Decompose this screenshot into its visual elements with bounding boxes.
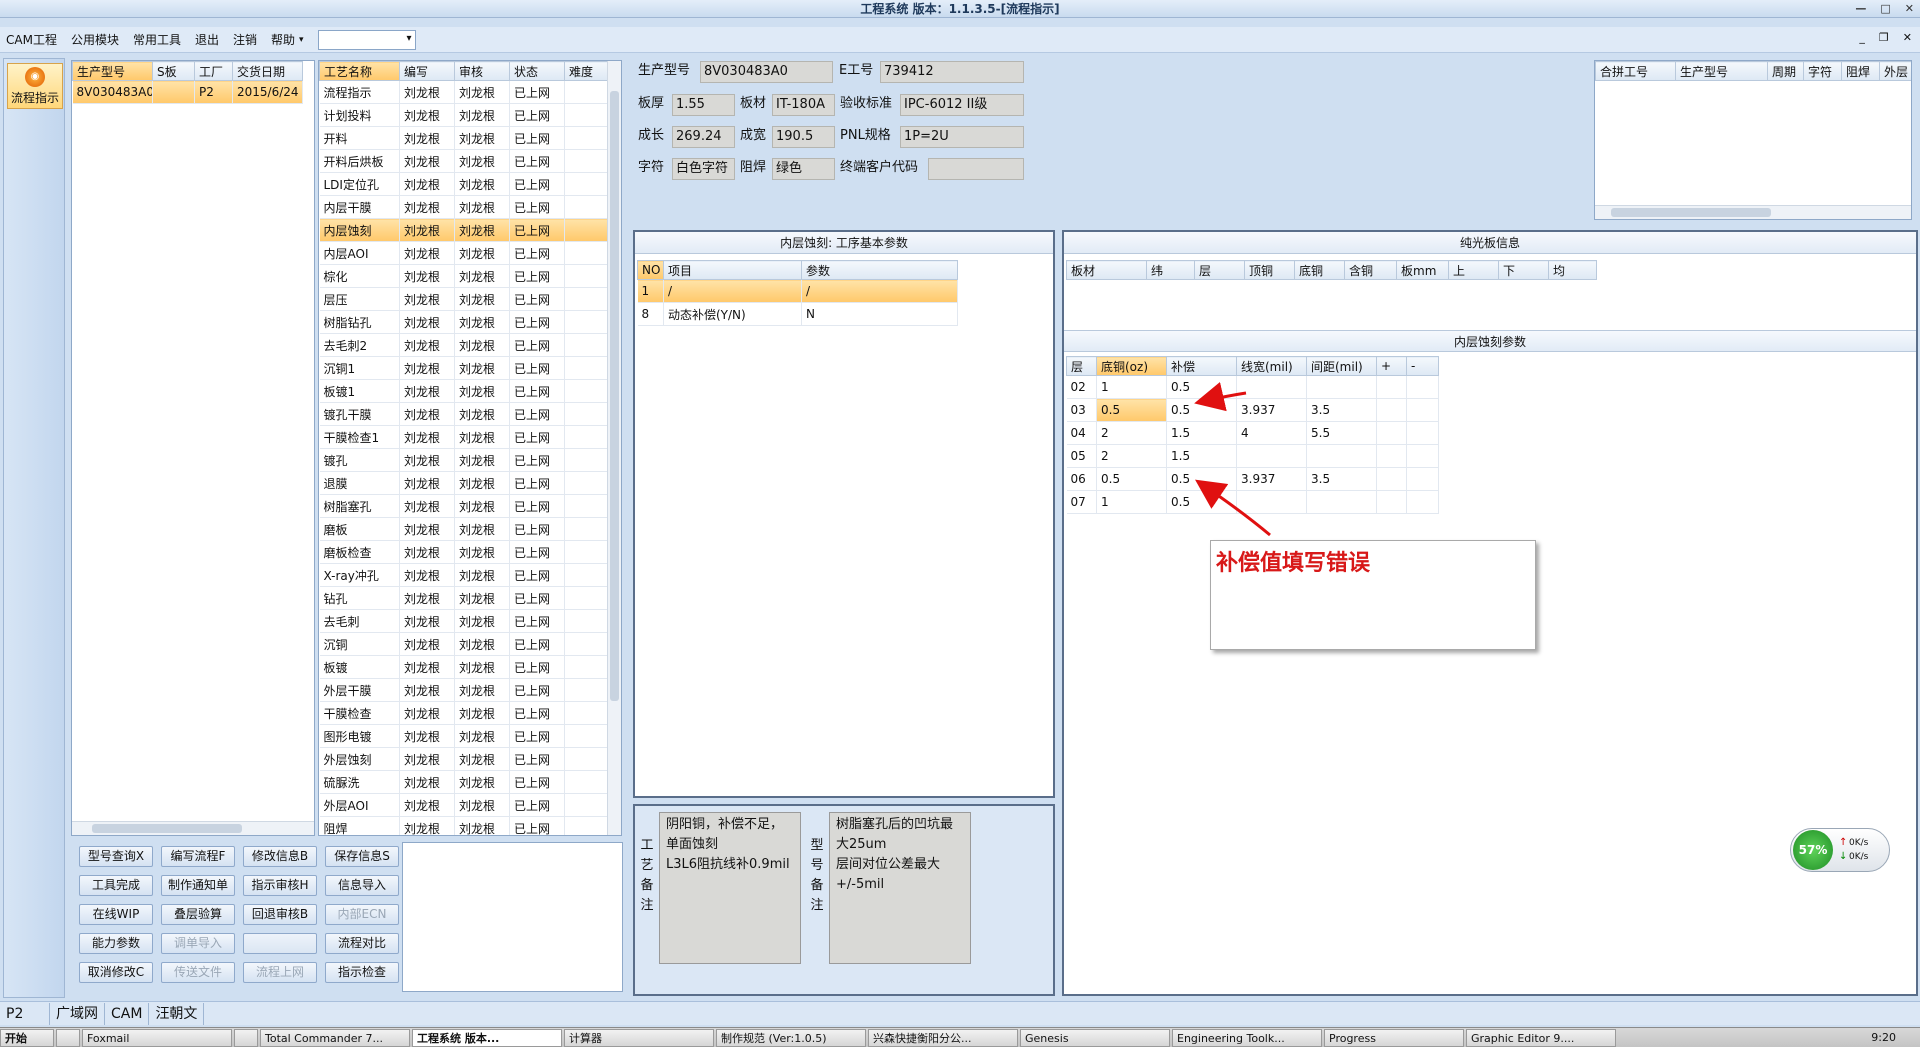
upload-rate: 0K/s bbox=[1849, 838, 1869, 848]
net-percent: 57% bbox=[1793, 830, 1833, 870]
clock: 9:20 bbox=[1871, 1031, 1896, 1044]
net-meter[interactable]: 57% ↑ 0K/s ↓ 0K/s bbox=[1790, 828, 1890, 872]
status-user: 汪朝文 bbox=[149, 1002, 205, 1025]
download-rate: 0K/s bbox=[1849, 852, 1869, 862]
quicklaunch-icon[interactable] bbox=[56, 1028, 80, 1047]
download-arrow-icon: ↓ bbox=[1839, 851, 1848, 862]
arrow-to-row-03 bbox=[1194, 381, 1247, 412]
task-graphic-editor[interactable]: Graphic Editor 9.... bbox=[1466, 1028, 1616, 1047]
start-button[interactable]: 开始 bbox=[0, 1028, 54, 1047]
task-app-icon[interactable] bbox=[234, 1028, 258, 1047]
annotation-callout: 补偿值填写错误 bbox=[1210, 540, 1536, 650]
upload-arrow-icon: ↑ bbox=[1839, 837, 1848, 848]
task-genesis[interactable]: Genesis bbox=[1020, 1028, 1170, 1047]
status-bar: P2 广域网 CAM 汪朝文 bbox=[0, 1001, 1920, 1025]
task-engineering-system[interactable]: 工程系统 版本... bbox=[412, 1028, 562, 1047]
task-engineering-toolkit[interactable]: Engineering Toolk... bbox=[1172, 1028, 1322, 1047]
annotation-arrows bbox=[1194, 381, 1271, 537]
annotation-text: 补偿值填写错误 bbox=[1216, 550, 1371, 576]
task-progress[interactable]: Progress bbox=[1324, 1028, 1464, 1047]
status-network: 广域网 bbox=[50, 1002, 105, 1025]
taskbar: 开始 Foxmail Total Commander 7... 工程系统 版本.… bbox=[0, 1027, 1920, 1047]
task-branch[interactable]: 兴森快捷衡阳分公... bbox=[868, 1028, 1018, 1047]
task-total-commander[interactable]: Total Commander 7... bbox=[260, 1028, 410, 1047]
task-foxmail[interactable]: Foxmail bbox=[82, 1028, 232, 1047]
arrow-to-row-06 bbox=[1195, 479, 1271, 537]
status-module: CAM bbox=[105, 1002, 150, 1025]
task-calculator[interactable]: 计算器 bbox=[564, 1028, 714, 1047]
status-factory[interactable]: P2 bbox=[0, 1002, 50, 1025]
task-spec[interactable]: 制作规范 (Ver:1.0.5) bbox=[716, 1028, 866, 1047]
